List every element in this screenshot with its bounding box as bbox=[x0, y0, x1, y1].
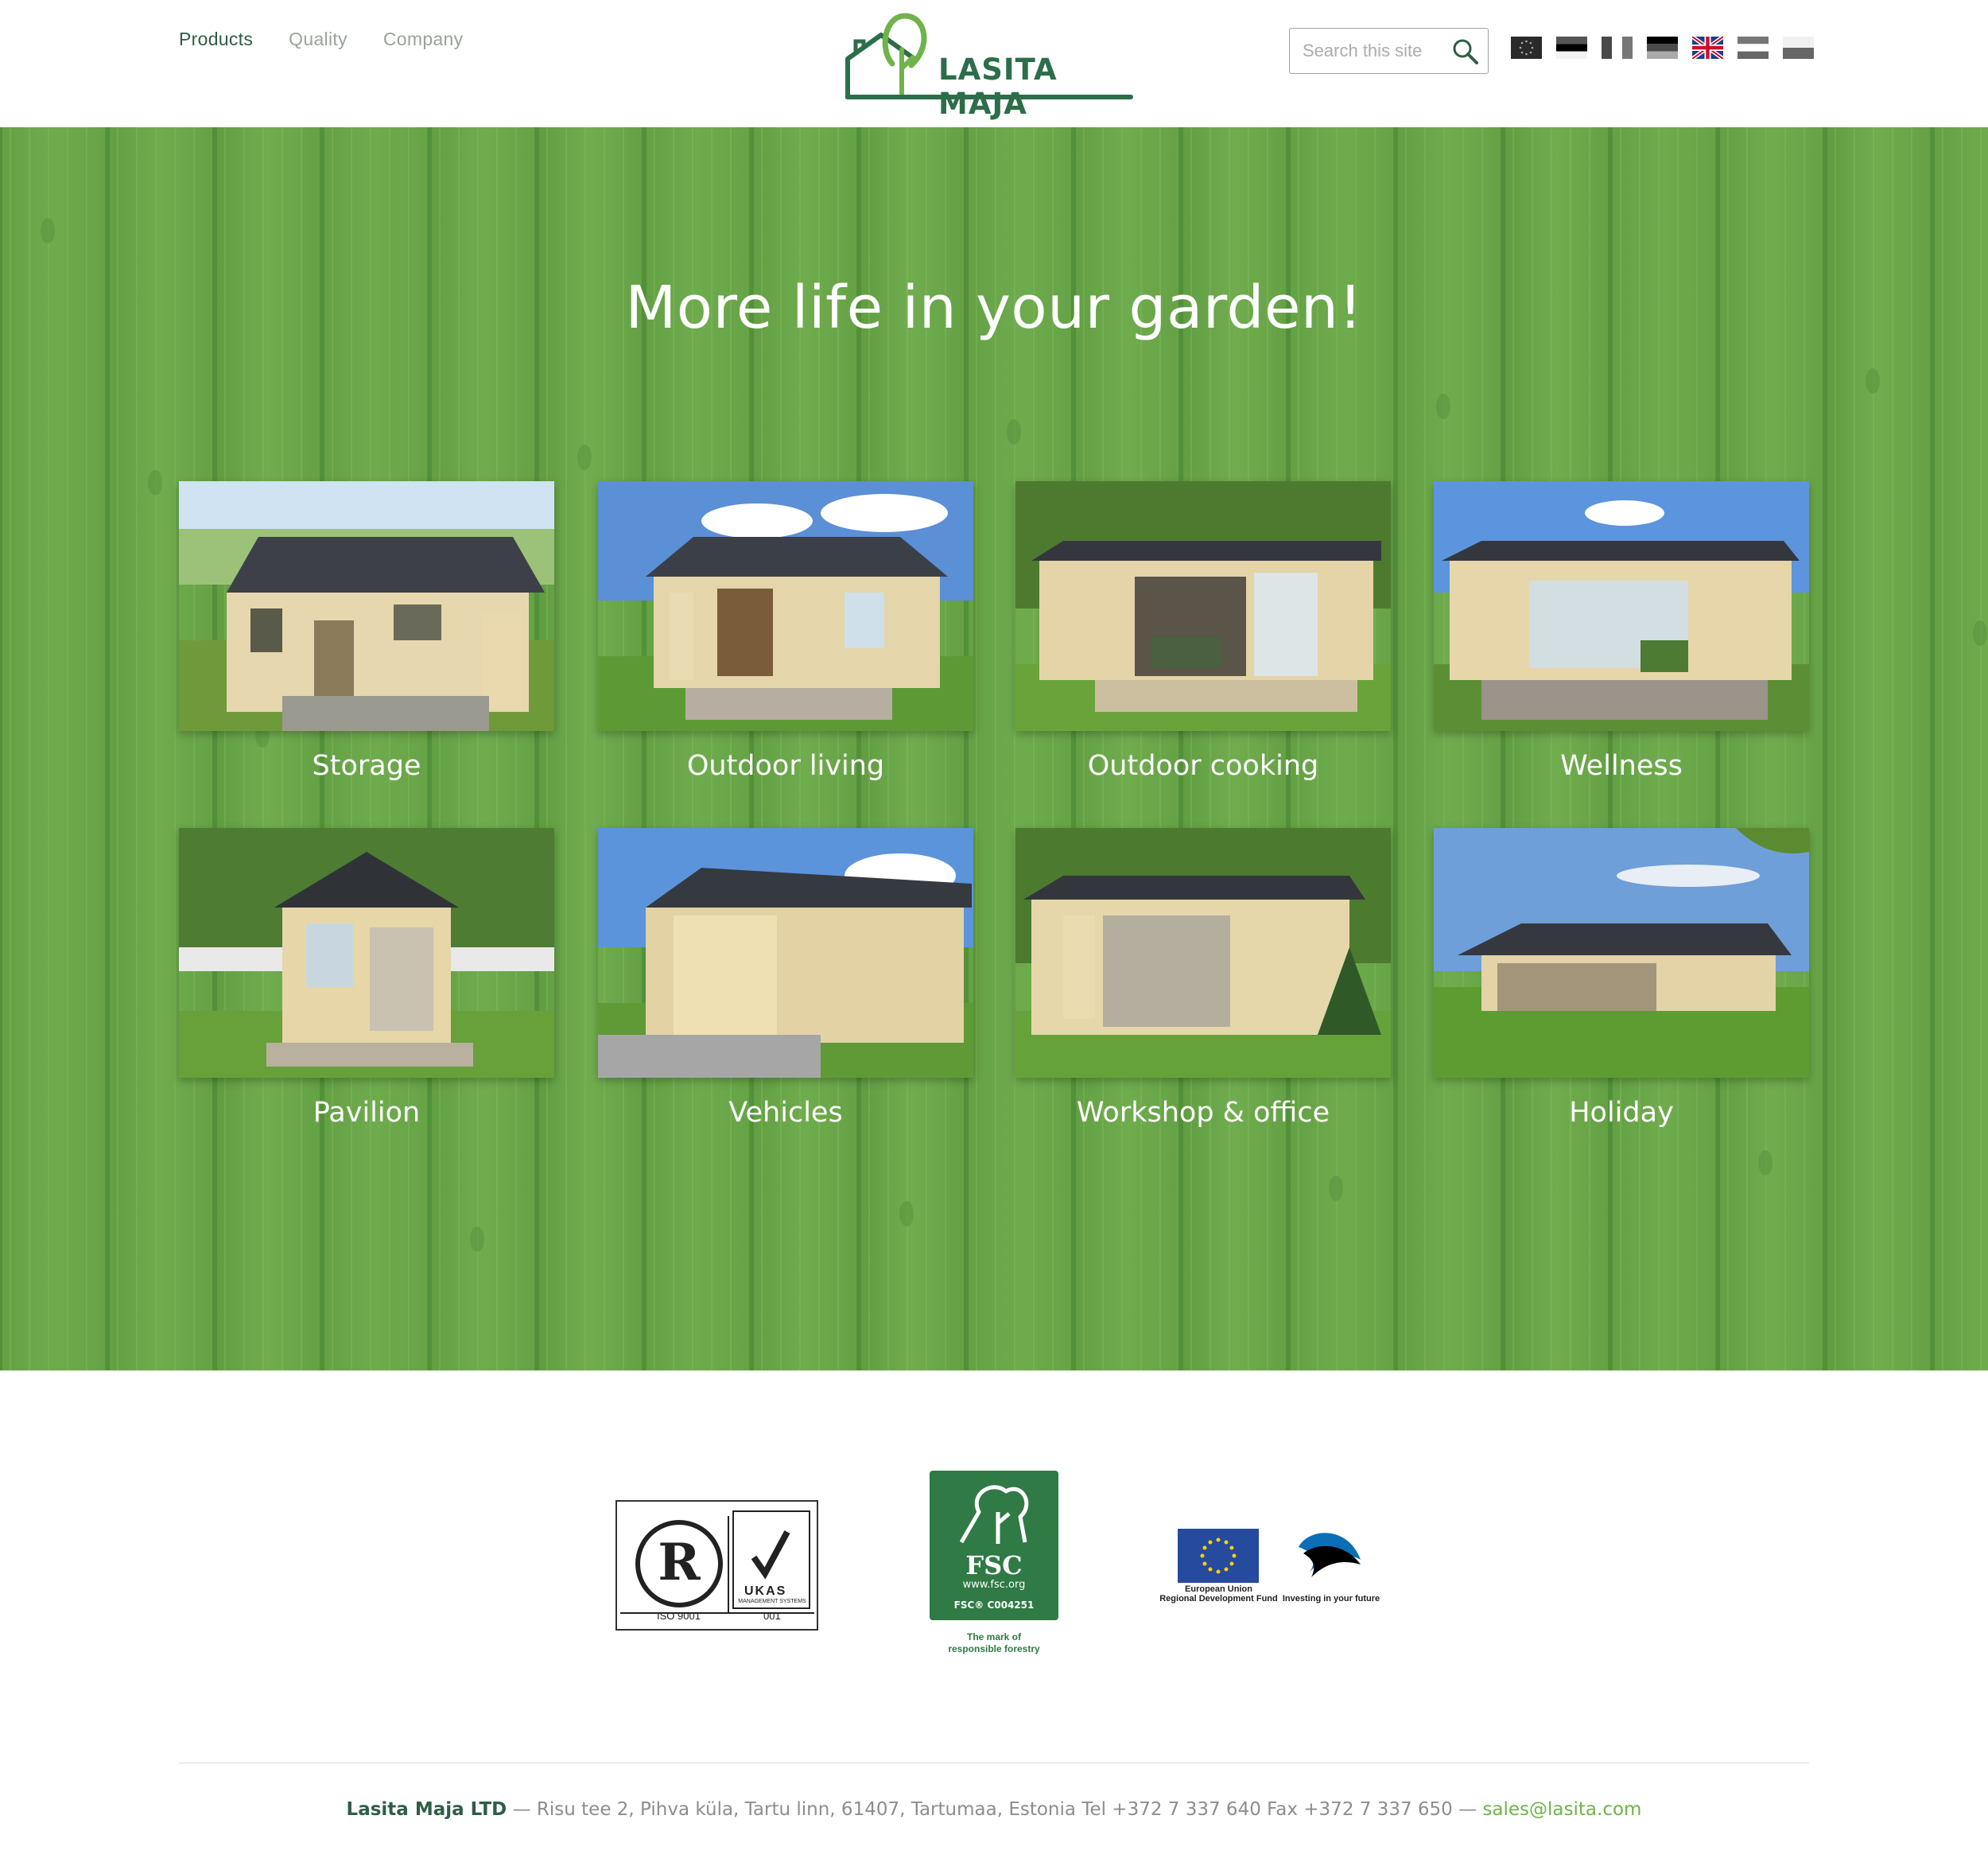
site-header: Products Quality Company LASITA MAJA bbox=[0, 0, 1988, 127]
flag-gb-icon[interactable] bbox=[1692, 37, 1723, 59]
holiday-house-image bbox=[1434, 828, 1809, 1078]
flag-ee-icon[interactable] bbox=[1556, 37, 1587, 59]
fsc-url: www.fsc.org bbox=[962, 1579, 1026, 1591]
wellness-cabin-image bbox=[1434, 481, 1809, 731]
svg-text:R: R bbox=[658, 1533, 701, 1592]
category-outdoor-living[interactable]: Outdoor living bbox=[598, 481, 973, 782]
category-workshop-office-label: Workshop & office bbox=[1076, 1097, 1330, 1129]
flag-fr-icon[interactable] bbox=[1602, 37, 1633, 59]
category-storage[interactable]: Storage bbox=[179, 481, 554, 782]
category-outdoor-cooking[interactable]: Outdoor cooking bbox=[1015, 481, 1391, 782]
category-vehicles[interactable]: Vehicles bbox=[598, 828, 973, 1129]
language-switcher bbox=[1511, 37, 1814, 59]
workshop-office-image bbox=[1015, 828, 1391, 1078]
category-pavilion-label: Pavilion bbox=[313, 1097, 421, 1129]
category-pavilion[interactable]: Pavilion bbox=[179, 828, 554, 1129]
eu-caption-line2: Regional Development Fund bbox=[1159, 1594, 1278, 1603]
pavilion-image bbox=[179, 828, 554, 1078]
nav-quality[interactable]: Quality bbox=[289, 29, 348, 50]
category-wellness-label: Wellness bbox=[1560, 750, 1683, 782]
category-workshop-office[interactable]: Workshop & office bbox=[1015, 828, 1391, 1129]
nav-company[interactable]: Company bbox=[383, 29, 464, 50]
footer-company: Lasita Maja LTD bbox=[346, 1799, 507, 1820]
ukas-number: 001 bbox=[763, 1610, 781, 1622]
eu-flag-icon bbox=[1178, 1529, 1259, 1583]
search-box bbox=[1289, 28, 1489, 74]
category-outdoor-living-label: Outdoor living bbox=[686, 750, 885, 782]
ukas-label: UKAS bbox=[744, 1584, 787, 1598]
category-storage-label: Storage bbox=[312, 750, 421, 782]
flag-eu-icon[interactable] bbox=[1511, 37, 1542, 59]
outdoor-living-cabin-image bbox=[598, 481, 973, 731]
eu-fund-caption: European Union Regional Development Fund bbox=[1157, 1584, 1280, 1603]
hero-headline: More life in your garden! bbox=[625, 274, 1363, 342]
fsc-tree-icon bbox=[959, 1485, 1029, 1544]
flag-nl-icon[interactable] bbox=[1738, 37, 1769, 59]
outdoor-cooking-cabin-image bbox=[1015, 481, 1391, 731]
fsc-caption-line2: responsible forestry bbox=[948, 1643, 1040, 1654]
search-icon[interactable] bbox=[1451, 37, 1480, 66]
flag-de-icon[interactable] bbox=[1647, 37, 1678, 59]
footer-address: — Risu tee 2, Pihva küla, Tartu linn, 61… bbox=[507, 1799, 1483, 1820]
fsc-name: FSC bbox=[965, 1550, 1023, 1580]
category-outdoor-cooking-label: Outdoor cooking bbox=[1087, 750, 1319, 782]
footer-email-link[interactable]: sales@lasita.com bbox=[1482, 1799, 1641, 1820]
lloyds-ukas-certificate-logo: R ISO 9001 UKAS MANAGEMENT SYSTEMS 001 bbox=[615, 1500, 818, 1631]
iso-label: ISO 9001 bbox=[657, 1610, 701, 1622]
main-nav: Products Quality Company bbox=[179, 29, 463, 50]
fsc-caption: The mark of responsible forestry bbox=[907, 1631, 1081, 1655]
logo-text: LASITA MAJA bbox=[938, 52, 1058, 121]
flag-pl-icon[interactable] bbox=[1783, 37, 1814, 59]
storage-cabin-image bbox=[179, 481, 554, 731]
site-logo[interactable]: LASITA MAJA bbox=[843, 11, 1137, 121]
category-wellness[interactable]: Wellness bbox=[1434, 481, 1809, 782]
certifications-section: R ISO 9001 UKAS MANAGEMENT SYSTEMS 001 F… bbox=[0, 1370, 1988, 1760]
category-holiday-label: Holiday bbox=[1569, 1097, 1674, 1129]
search-input[interactable] bbox=[1303, 38, 1454, 64]
fsc-logo: FSC www.fsc.org FSC® C004251 bbox=[930, 1471, 1058, 1620]
category-holiday[interactable]: Holiday bbox=[1434, 828, 1809, 1129]
vehicle-garage-image bbox=[598, 828, 973, 1078]
eu-caption-line1: European Union bbox=[1185, 1584, 1252, 1594]
estonia-investing-icon bbox=[1299, 1533, 1361, 1577]
nav-products[interactable]: Products bbox=[179, 29, 253, 50]
ee-caption: Investing in your future bbox=[1282, 1594, 1380, 1603]
ukas-sub-label: MANAGEMENT SYSTEMS bbox=[738, 1599, 806, 1604]
site-footer: Lasita Maja LTD — Risu tee 2, Pihva küla… bbox=[0, 1799, 1988, 1820]
fsc-code: FSC® C004251 bbox=[953, 1600, 1035, 1611]
fsc-caption-line1: The mark of bbox=[966, 1631, 1021, 1642]
category-vehicles-label: Vehicles bbox=[728, 1097, 843, 1129]
